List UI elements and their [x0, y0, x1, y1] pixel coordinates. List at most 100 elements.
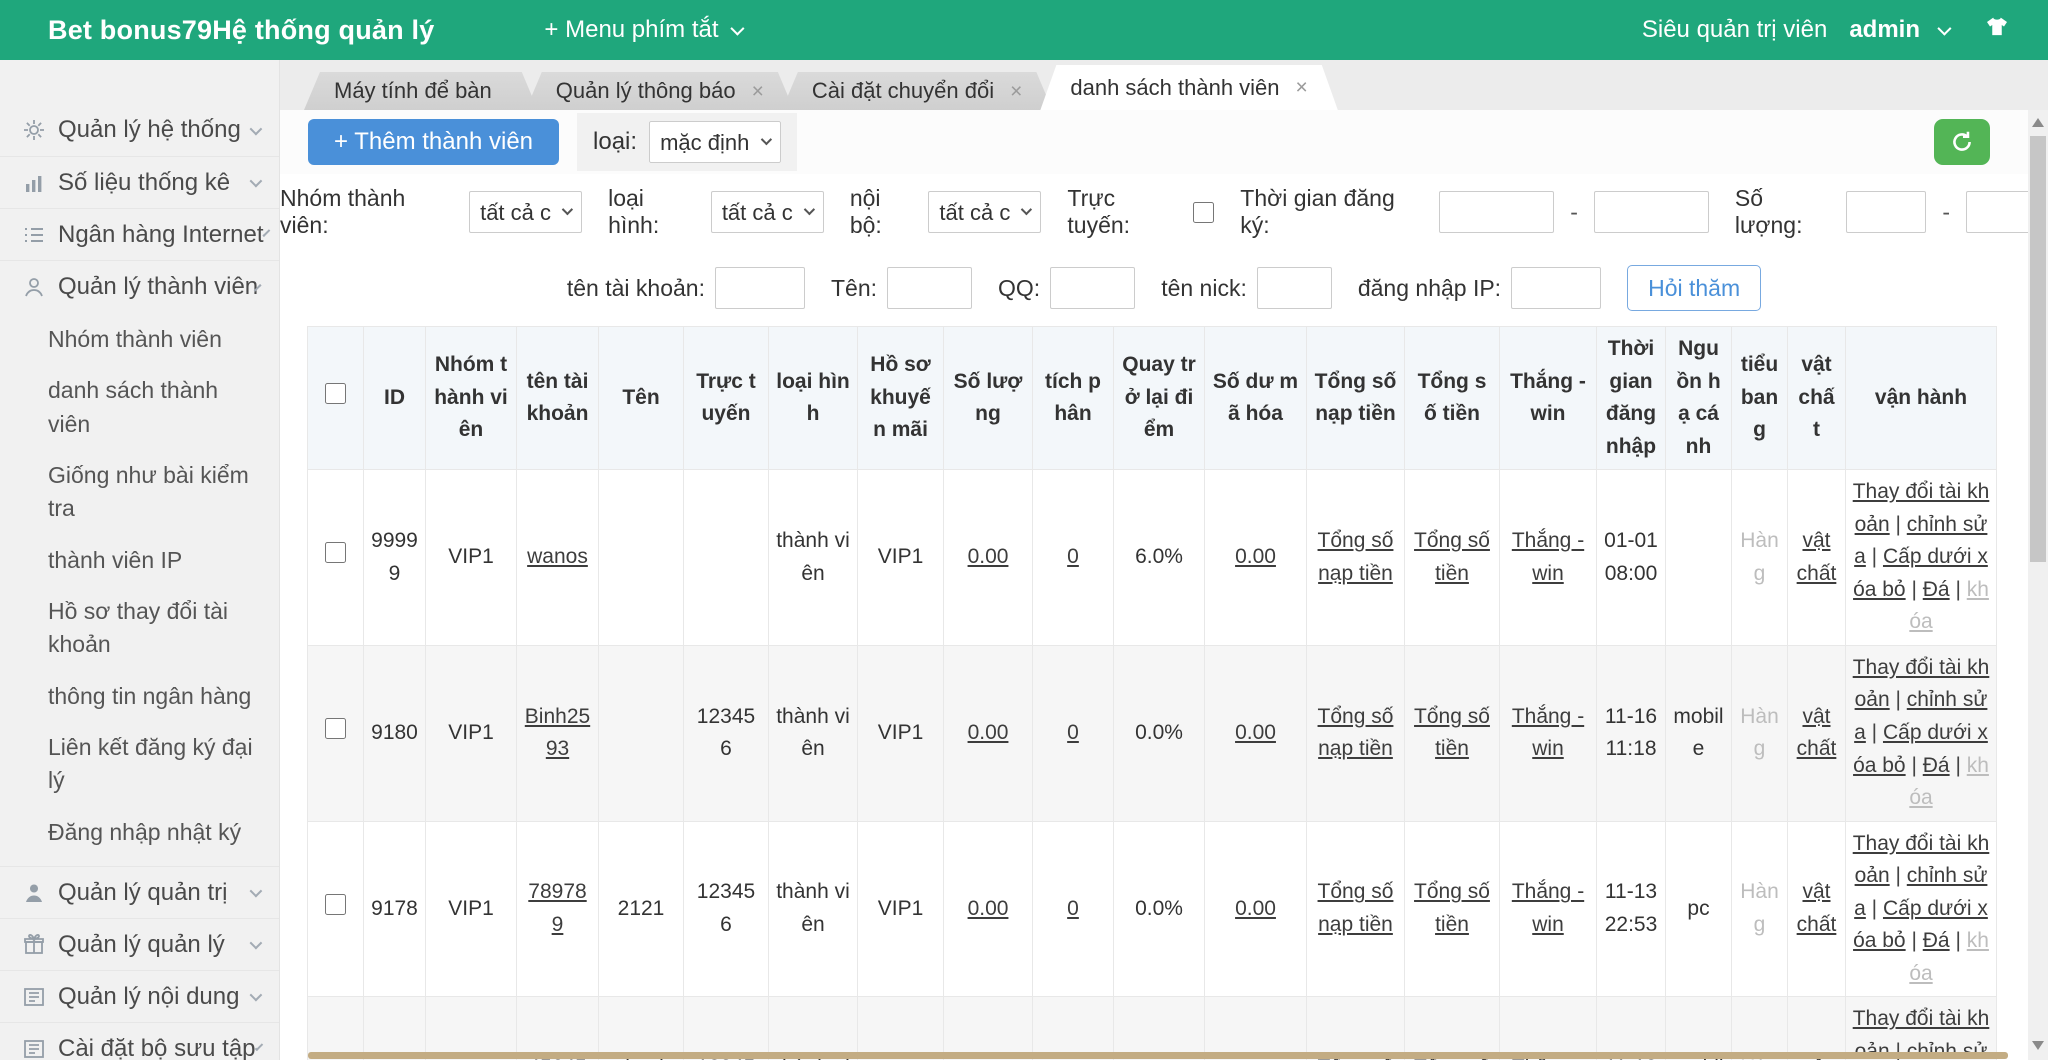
account-link-cell: 456456 [517, 997, 599, 1060]
horizontal-scrollbar-thumb[interactable] [308, 1052, 2008, 1059]
scroll-down-icon[interactable] [2032, 1041, 2044, 1050]
submenu-item-agent-register-link[interactable]: Liên kết đăng ký đại lý [0, 722, 279, 807]
online-checkbox[interactable] [1193, 202, 1214, 223]
balance-link[interactable]: 0.00 [1235, 897, 1276, 920]
cell-state: Hàng [1732, 645, 1788, 821]
add-member-button[interactable]: + Thêm thành viên [308, 119, 559, 165]
sidebar-item-member-management[interactable]: Quản lý thành viên [0, 260, 279, 312]
tab-conversion-settings[interactable]: Cài đặt chuyển đổi × [782, 72, 1053, 110]
regtime-from-input[interactable] [1439, 191, 1554, 233]
tab-member-list[interactable]: danh sách thành viên × [1040, 65, 1337, 110]
member-type-select[interactable]: tất cả c [711, 191, 824, 233]
balance-link[interactable]: 0.00 [1235, 545, 1276, 568]
op-link[interactable]: Đá [1923, 578, 1950, 601]
ops-separator: | [1906, 578, 1923, 601]
material-link[interactable]: vật chất [1797, 705, 1837, 761]
scrollbar-thumb[interactable] [2030, 136, 2046, 562]
deposit-link[interactable]: Tổng số nạp tiền [1318, 880, 1394, 936]
cell-group: VIP1 [426, 645, 517, 821]
sidebar-item-collection-settings[interactable]: Cài đặt bộ sưu tập [0, 1022, 279, 1060]
close-icon[interactable]: × [752, 81, 764, 102]
col-header-rebate: Quay trở lại điểm [1114, 327, 1205, 470]
sidebar-item-label: Cài đặt bộ sưu tập [58, 1035, 256, 1060]
username-menu[interactable]: admin [1849, 16, 1920, 44]
sidebar-item-admin-management[interactable]: Quản lý quản trị [0, 866, 279, 918]
type-select[interactable]: mặc định [649, 121, 781, 163]
gift-icon [22, 933, 46, 957]
amount-link[interactable]: 0.00 [968, 721, 1009, 744]
col-header-points: tích phân [1033, 327, 1114, 470]
regtime-label: Thời gian đăng ký: [1240, 185, 1429, 239]
close-icon[interactable]: × [1296, 77, 1308, 98]
sidebar-item-content-management[interactable]: Quản lý nội dung [0, 970, 279, 1022]
account-link[interactable]: 789789 [528, 880, 586, 936]
amount-link[interactable]: 0.00 [968, 545, 1009, 568]
points-link[interactable]: 0 [1067, 545, 1079, 568]
shortcut-menu-button[interactable]: + Menu phím tắt [544, 16, 740, 44]
op-link[interactable]: Đá [1923, 929, 1950, 952]
table-row: 99999VIP1wanosthành viênVIP10.0006.0%0.0… [308, 470, 1997, 646]
name-input[interactable] [887, 267, 972, 309]
tshirt-theme-icon[interactable] [1982, 14, 2012, 47]
deposit-link[interactable]: Tổng số nạp tiền [1318, 705, 1394, 761]
bar-chart-icon [22, 171, 46, 195]
vertical-scrollbar[interactable] [2028, 110, 2048, 1060]
ops-separator: | [1906, 929, 1923, 952]
sidebar-item-system[interactable]: Quản lý hệ thống [0, 104, 279, 156]
top-bar: Bet bonus79Hệ thống quản lý + Menu phím … [0, 0, 2048, 60]
login-ip-input[interactable] [1511, 267, 1601, 309]
total-link[interactable]: Tổng số tiền [1414, 529, 1490, 585]
qq-input[interactable] [1050, 267, 1135, 309]
cell-type: thành viên [769, 470, 858, 646]
nick-input[interactable] [1257, 267, 1332, 309]
submenu-item-member-ip[interactable]: thành viên IP [0, 535, 279, 586]
material-link[interactable]: vật chất [1797, 880, 1837, 936]
refresh-button[interactable] [1934, 119, 1990, 165]
col-header-id: ID [364, 327, 426, 470]
row-checkbox[interactable] [325, 542, 346, 563]
win-link[interactable]: Thắng - win [1512, 880, 1584, 936]
row-select-cell [308, 821, 364, 997]
sidebar-item-management[interactable]: Quản lý quản lý [0, 918, 279, 970]
amount-link[interactable]: 0.00 [968, 897, 1009, 920]
internal-select[interactable]: tất cả c [928, 191, 1041, 233]
tab-notice-management[interactable]: Quản lý thông báo × [526, 72, 794, 110]
account-link[interactable]: wanos [527, 545, 588, 568]
amount-from-input[interactable] [1846, 191, 1926, 233]
points-link[interactable]: 0 [1067, 721, 1079, 744]
sidebar-item-label: Ngân hàng Internet [58, 221, 264, 249]
row-checkbox[interactable] [325, 718, 346, 739]
op-link[interactable]: Đá [1923, 754, 1950, 777]
material-link[interactable]: vật chất [1797, 529, 1837, 585]
deposit-link[interactable]: Tổng số nạp tiền [1318, 529, 1394, 585]
submenu-item-account-change-log[interactable]: Hồ sơ thay đổi tài khoản [0, 586, 279, 671]
qq-label: QQ: [998, 275, 1040, 302]
row-checkbox[interactable] [325, 894, 346, 915]
account-link[interactable]: Binh2593 [525, 705, 590, 761]
select-all-checkbox[interactable] [325, 383, 346, 404]
submenu-item-member-groups[interactable]: Nhóm thành viên [0, 314, 279, 365]
query-button[interactable]: Hỏi thăm [1627, 265, 1761, 311]
total-link[interactable]: Tổng số tiền [1414, 880, 1490, 936]
submenu-item-member-list[interactable]: danh sách thành viên [0, 365, 279, 450]
close-icon[interactable]: × [1010, 81, 1022, 102]
sidebar-item-internet-banking[interactable]: Ngân hàng Internet [0, 208, 279, 260]
amount-link-cell: 0.00 [944, 821, 1033, 997]
tab-desktop[interactable]: Máy tính để bàn [304, 72, 538, 110]
row-select-cell [308, 470, 364, 646]
sidebar-item-statistics[interactable]: Số liệu thống kê [0, 156, 279, 208]
cell-source: pc [1666, 821, 1732, 997]
submenu-item-same-as-test[interactable]: Giống như bài kiểm tra [0, 450, 279, 535]
member-group-select[interactable]: tất cả c [469, 191, 582, 233]
submenu-item-login-log[interactable]: Đăng nhập nhật ký [0, 807, 279, 858]
account-input[interactable] [715, 267, 805, 309]
points-link[interactable]: 0 [1067, 897, 1079, 920]
win-link[interactable]: Thắng - win [1512, 529, 1584, 585]
tab-label: Máy tính để bàn [334, 78, 492, 104]
win-link[interactable]: Thắng - win [1512, 705, 1584, 761]
submenu-item-bank-info[interactable]: thông tin ngân hàng [0, 671, 279, 722]
total-link[interactable]: Tổng số tiền [1414, 705, 1490, 761]
scroll-up-icon[interactable] [2032, 118, 2044, 127]
regtime-to-input[interactable] [1594, 191, 1709, 233]
balance-link[interactable]: 0.00 [1235, 721, 1276, 744]
